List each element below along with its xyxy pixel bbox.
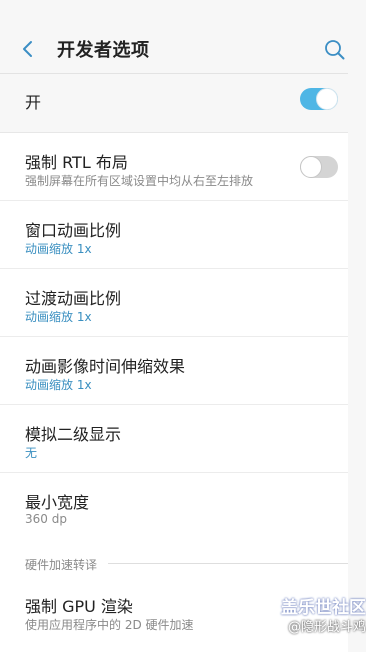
setting-label: 动画影像时间伸缩效果 [25, 357, 186, 376]
settings-list: 强制 RTL 布局 强制屏幕在所有区域设置中均从右至左排放 窗口动画比例 动画缩… [0, 132, 348, 652]
watermark: 盖乐世社区 @隐形战斗鸡 [276, 598, 366, 642]
section-divider [108, 563, 348, 564]
setting-value: 动画缩放 1x [25, 242, 92, 256]
setting-force-rtl[interactable]: 强制 RTL 布局 强制屏幕在所有区域设置中均从右至左排放 [0, 132, 348, 200]
master-switch-label: 开 [25, 93, 42, 112]
setting-transition-animation-scale[interactable]: 过渡动画比例 动画缩放 1x [0, 268, 348, 336]
setting-subtitle: 强制屏幕在所有区域设置中均从右至左排放 [25, 174, 254, 188]
master-toggle[interactable] [300, 88, 338, 110]
search-icon [324, 39, 344, 59]
force-rtl-toggle[interactable] [300, 156, 338, 178]
setting-value: 无 [25, 446, 38, 460]
setting-value: 动画缩放 1x [25, 310, 92, 324]
setting-value: 动画缩放 1x [25, 378, 92, 392]
setting-simulate-secondary-display[interactable]: 模拟二级显示 无 [0, 404, 348, 472]
section-header: 硬件加速转译 [25, 558, 98, 572]
page-title: 开发者选项 [57, 40, 150, 61]
watermark-author: @隐形战斗鸡 [287, 620, 366, 635]
setting-smallest-width[interactable]: 最小宽度 360 dp [0, 472, 348, 540]
app-bar: 开发者选项 [0, 0, 366, 72]
setting-value: 360 dp [25, 512, 67, 526]
master-switch-row[interactable]: 开 [0, 73, 348, 123]
search-button[interactable] [318, 33, 350, 65]
setting-label: 窗口动画比例 [25, 221, 122, 240]
toggle-knob [300, 156, 322, 178]
back-button[interactable] [12, 33, 44, 65]
watermark-brand: 盖乐世社区 [281, 598, 366, 618]
setting-label: 强制 GPU 渲染 [25, 597, 133, 616]
setting-subtitle: 使用应用程序中的 2D 硬件加速 [25, 618, 194, 632]
setting-label: 过渡动画比例 [25, 289, 122, 308]
setting-animator-duration-scale[interactable]: 动画影像时间伸缩效果 动画缩放 1x [0, 336, 348, 404]
toggle-knob [316, 88, 338, 110]
setting-window-animation-scale[interactable]: 窗口动画比例 动画缩放 1x [0, 200, 348, 268]
setting-label: 模拟二级显示 [25, 425, 122, 444]
chevron-left-icon [23, 41, 32, 57]
setting-label: 强制 RTL 布局 [25, 153, 128, 172]
setting-label: 最小宽度 [25, 493, 90, 512]
